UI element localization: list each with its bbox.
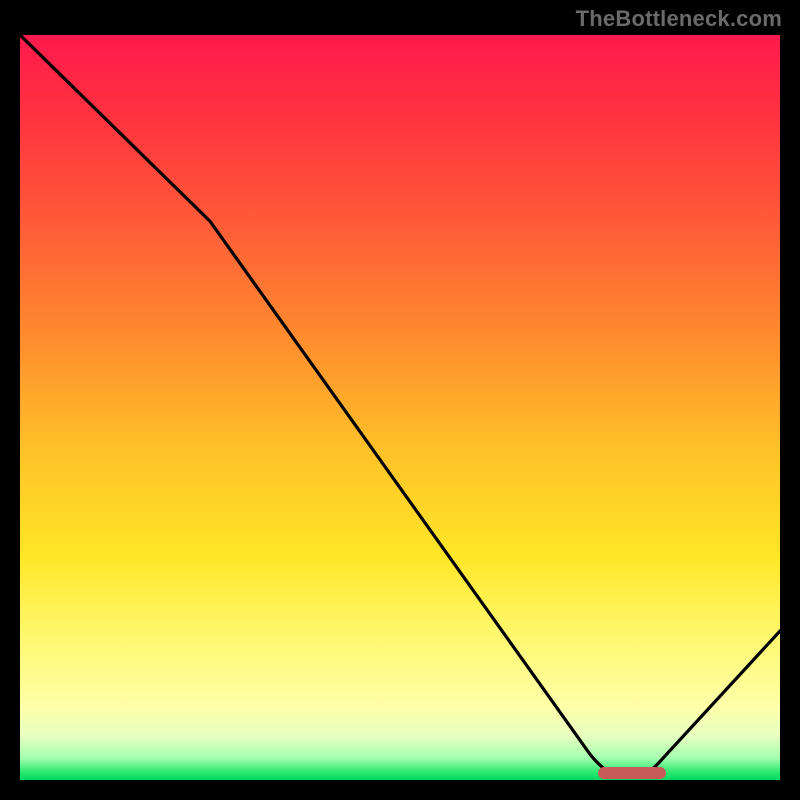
bottleneck-curve-path [20, 35, 780, 773]
watermark-text: TheBottleneck.com [576, 6, 782, 32]
bottleneck-chart: TheBottleneck.com [0, 0, 800, 800]
plot-area [20, 35, 780, 780]
optimal-range-marker [598, 767, 666, 779]
curve-svg [20, 35, 780, 780]
